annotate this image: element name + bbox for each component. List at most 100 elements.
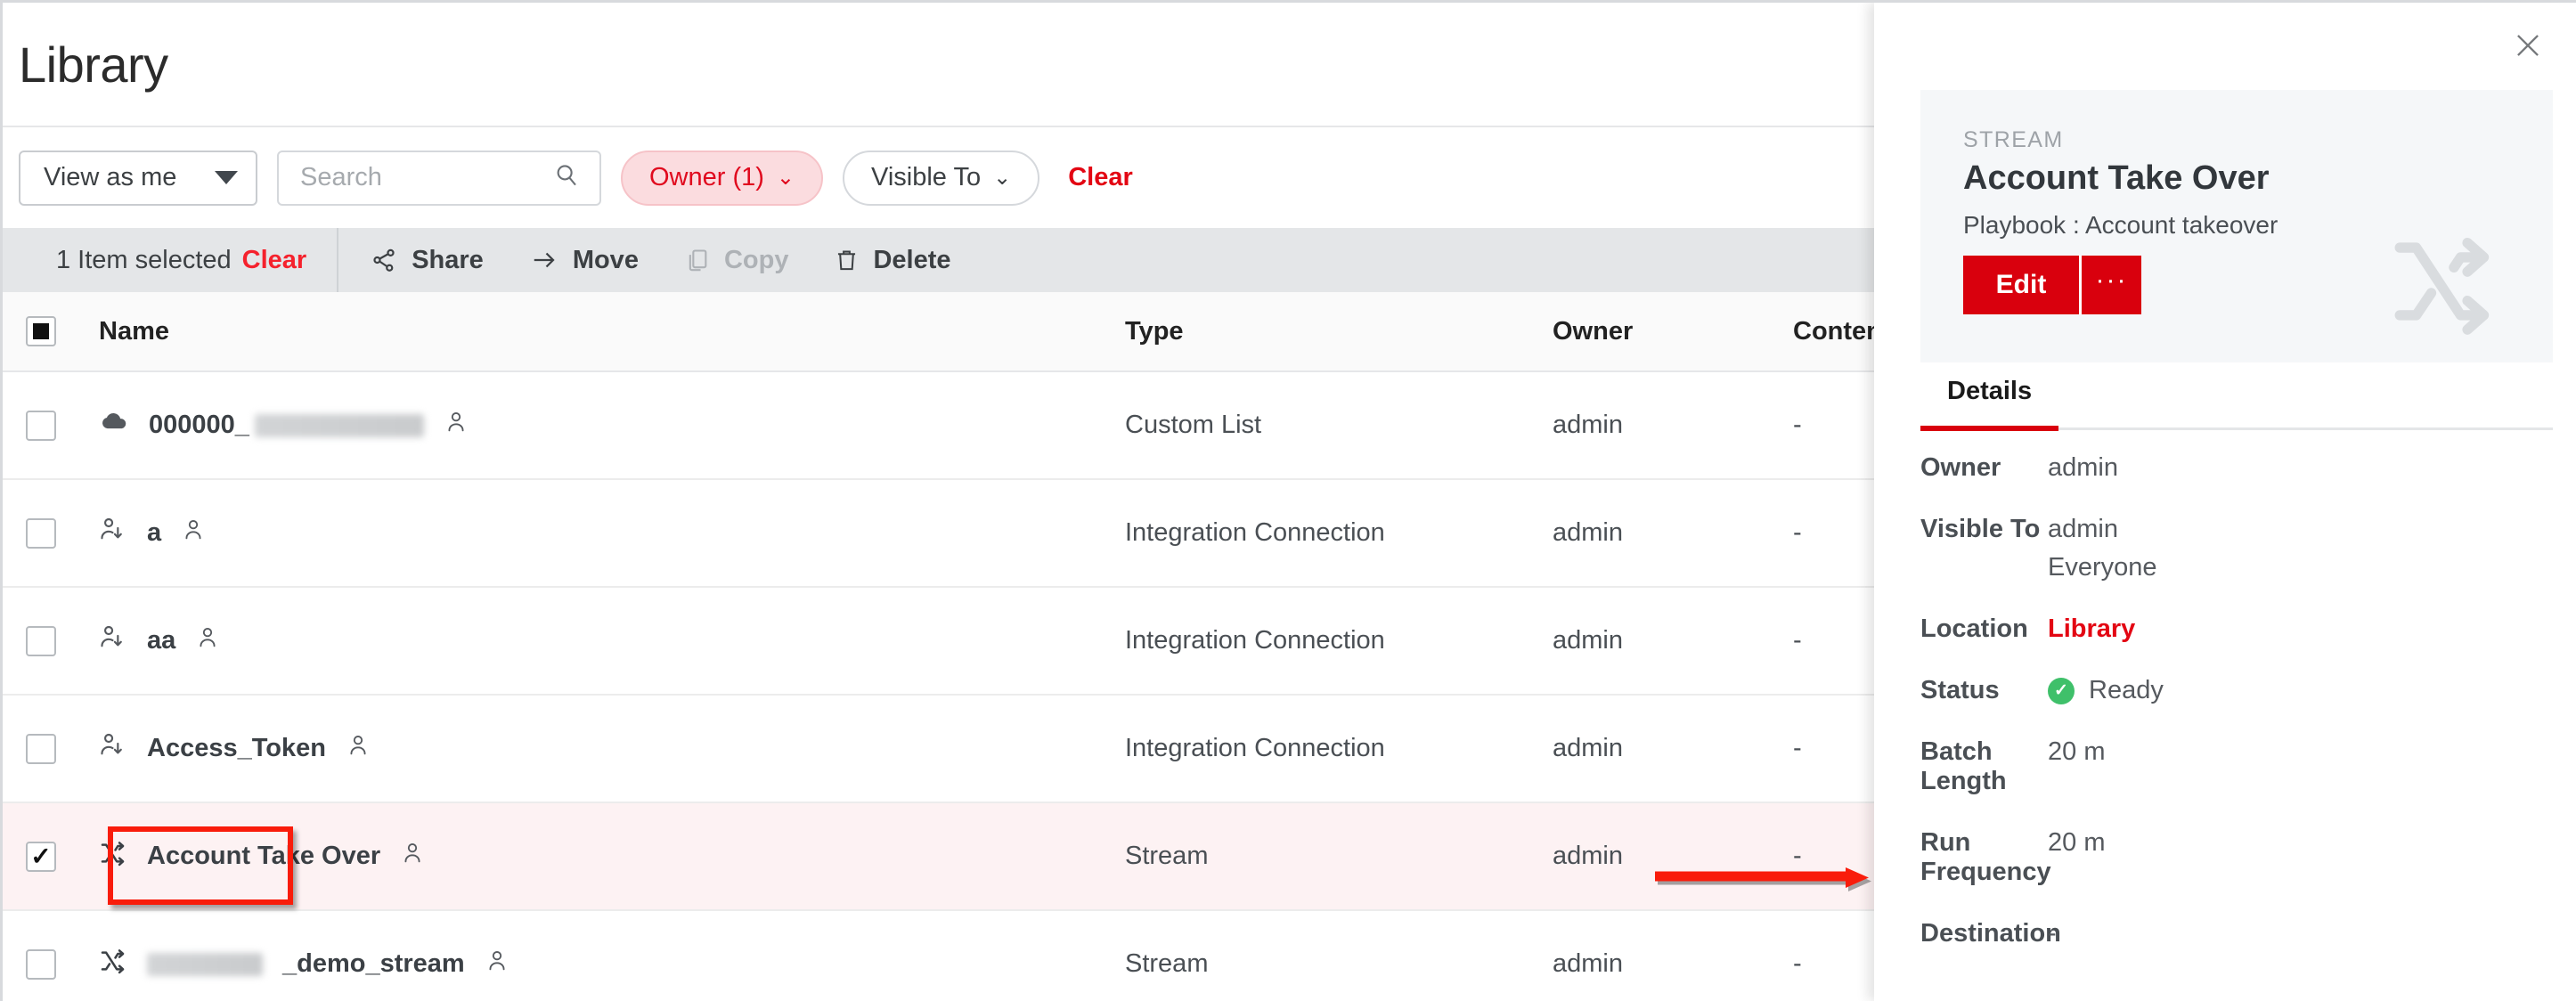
view-as-dropdown[interactable]: View as me [19, 150, 257, 206]
detail-value-link[interactable]: Library [2048, 614, 2135, 644]
integration-connection-icon [99, 731, 127, 767]
chevron-down-icon [215, 171, 238, 184]
move-button[interactable]: Move [507, 228, 662, 292]
close-panel-button[interactable] [2507, 26, 2549, 69]
column-header-owner[interactable]: Owner [1553, 317, 1793, 346]
panel-item-subtitle: Playbook : Account takeover [1963, 211, 2278, 239]
selection-count-label: 1 Item selected [56, 245, 232, 274]
table-header: Name Type Owner Content [3, 292, 1874, 372]
tab-details[interactable]: Details [1920, 377, 2059, 431]
table-row[interactable]: Access_Token Integration Connection admin - [3, 696, 1874, 803]
row-owner: admin [1553, 734, 1623, 762]
person-icon [485, 948, 509, 981]
row-checkbox-cell [3, 625, 56, 656]
row-checkbox[interactable] [26, 948, 56, 980]
detail-row: Status ✓ Ready [1920, 676, 2553, 705]
filter-bar: View as me Owner (1) ⌄ Visible To ⌄ Cl [3, 127, 1874, 228]
table-row[interactable]: ✓ Account Take Over Stream admin - [3, 803, 1874, 911]
owner-filter-chip[interactable]: Owner (1) ⌄ [621, 150, 824, 206]
row-owner: admin [1553, 949, 1623, 978]
row-content: - [1793, 842, 1802, 870]
table-body: 000000_ Custom List admin - a Integration Con… [3, 372, 1874, 1001]
row-type: Integration Connection [1125, 626, 1385, 655]
row-checkbox[interactable] [26, 733, 56, 764]
detail-row: Visible To admin Everyone [1920, 515, 2553, 582]
select-all-cell [3, 316, 56, 346]
more-actions-button[interactable]: ··· [2079, 256, 2141, 314]
stream-icon [99, 947, 127, 982]
detail-value: admin Everyone [2048, 515, 2157, 582]
row-owner: admin [1553, 626, 1623, 655]
cloud-icon [99, 407, 129, 444]
detail-label: Status [1920, 676, 2000, 704]
visible-to-filter-chip-label: Visible To [871, 163, 982, 191]
row-owner: admin [1553, 411, 1623, 439]
row-name-label: a [147, 518, 162, 547]
search-icon [553, 162, 580, 193]
table-row[interactable]: 000000_ Custom List admin - [3, 372, 1874, 480]
column-header-type[interactable]: Type [1125, 317, 1553, 346]
table-row[interactable]: _demo_stream Stream admin - [3, 911, 1874, 1001]
row-name-label: Account Take Over [147, 842, 381, 870]
row-content: - [1793, 734, 1802, 762]
row-checkbox-cell [3, 733, 56, 764]
row-name-cell[interactable]: 000000_ [56, 407, 1125, 444]
row-checkbox[interactable]: ✓ [26, 841, 56, 872]
close-icon [2511, 28, 2545, 67]
row-name-cell[interactable]: a [56, 516, 1125, 551]
row-checkbox-cell [3, 517, 56, 549]
row-type: Integration Connection [1125, 518, 1385, 547]
row-checkbox[interactable] [26, 625, 56, 656]
main-content: Library View as me Owner (1) ⌄ Vi [3, 3, 1874, 1001]
person-icon [444, 410, 469, 442]
row-content: - [1793, 411, 1802, 439]
column-header-content[interactable]: Content [1793, 317, 1874, 346]
delete-button[interactable]: Delete [811, 228, 974, 292]
search-box[interactable] [277, 150, 601, 206]
row-checkbox-cell [3, 948, 56, 980]
row-checkbox[interactable] [26, 410, 56, 441]
row-name-cell[interactable]: _demo_stream [56, 947, 1125, 982]
row-name-cell[interactable]: Account Take Over [56, 839, 1125, 875]
select-all-checkbox[interactable] [26, 316, 56, 346]
person-icon [195, 625, 220, 657]
detail-label: Location [1920, 614, 2028, 643]
clear-selection-link[interactable]: Clear [242, 246, 307, 275]
person-icon [181, 517, 206, 549]
detail-row: Owner admin [1920, 453, 2553, 483]
row-name-label: 000000_ [149, 411, 249, 439]
row-name-label: aa [147, 626, 176, 655]
indeterminate-mark [33, 323, 49, 339]
stream-icon [99, 839, 127, 875]
row-name-cell[interactable]: Access_Token [56, 731, 1125, 767]
arrow-right-icon [530, 247, 558, 273]
column-header-name[interactable]: Name [56, 317, 1125, 346]
row-owner: admin [1553, 842, 1623, 870]
share-icon [371, 247, 397, 273]
detail-value-secondary: Everyone [2048, 553, 2157, 582]
row-content: - [1793, 518, 1802, 547]
move-button-label: Move [572, 245, 639, 274]
panel-item-kind: STREAM [1963, 127, 2064, 152]
library-screen: Library View as me Owner (1) ⌄ Vi [0, 0, 2576, 1001]
detail-label: Batch Length [1920, 737, 2007, 795]
row-checkbox[interactable] [26, 517, 56, 549]
share-button[interactable]: Share [338, 228, 507, 292]
clear-filters-link[interactable]: Clear [1068, 163, 1133, 192]
row-content: - [1793, 949, 1802, 978]
detail-row: Batch Length 20 m [1920, 737, 2553, 796]
row-name-cell[interactable]: aa [56, 623, 1125, 659]
integration-connection-icon [99, 516, 127, 551]
visible-to-filter-chip[interactable]: Visible To ⌄ [843, 150, 1040, 206]
row-content: - [1793, 626, 1802, 655]
detail-value: - [2048, 919, 2057, 948]
trash-icon [835, 247, 859, 273]
edit-button[interactable]: Edit [1963, 256, 2079, 314]
person-icon [346, 733, 371, 765]
table-row[interactable]: a Integration Connection admin - [3, 480, 1874, 588]
table-row[interactable]: aa Integration Connection admin - [3, 588, 1874, 696]
status-badge: Ready [2089, 676, 2164, 704]
copy-button-label: Copy [723, 245, 789, 274]
search-input[interactable] [300, 163, 532, 192]
selection-action-bar: 1 Item selected Clear Share Move Copy De… [3, 228, 1874, 292]
